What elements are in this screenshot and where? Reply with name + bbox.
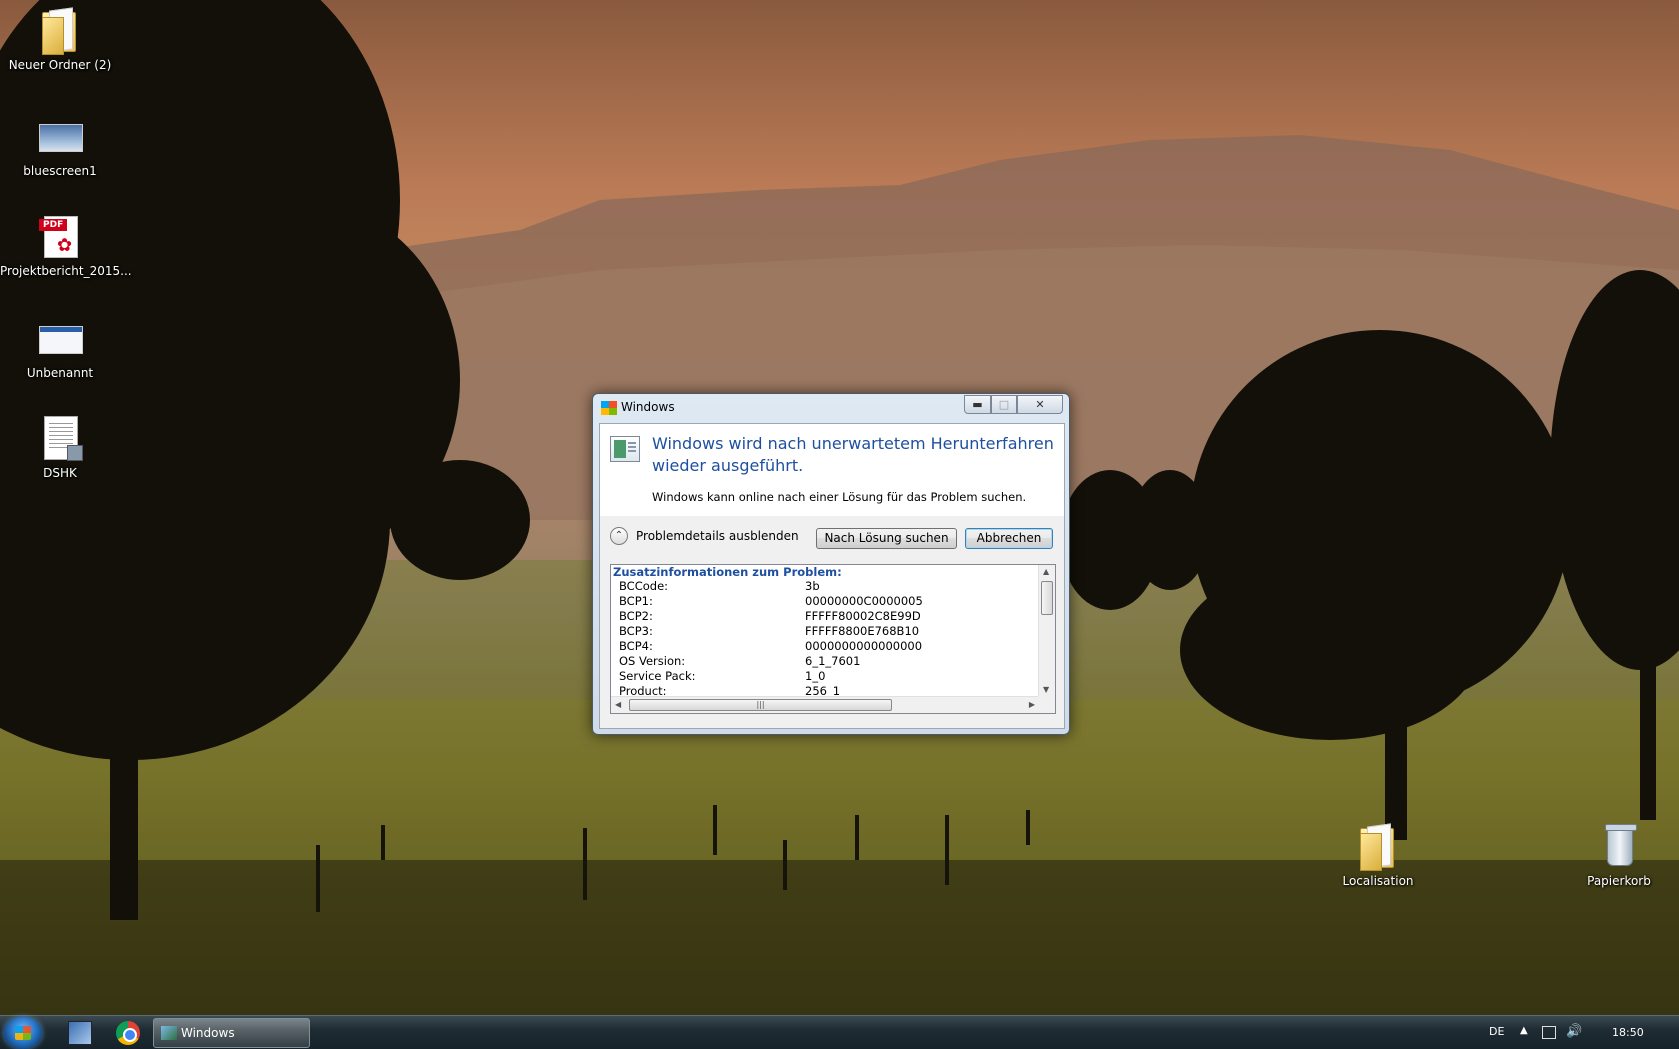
volume-icon[interactable]: 🔊 xyxy=(1566,1024,1582,1039)
folder-icon xyxy=(1360,828,1394,871)
maximize-button[interactable]: □ xyxy=(991,395,1017,414)
taskbar-item-label: Windows xyxy=(181,1026,235,1040)
maximize-icon: □ xyxy=(998,398,1010,411)
scroll-down-icon[interactable]: ▼ xyxy=(1043,685,1049,694)
desktop-icon-label: DSHK xyxy=(43,466,77,480)
folder-icon xyxy=(42,12,76,55)
desktop-icon-papierkorb[interactable]: Papierkorb xyxy=(1559,822,1679,888)
scroll-up-icon[interactable]: ▲ xyxy=(1043,567,1049,576)
scrollbar-corner xyxy=(1038,696,1055,713)
close-icon: ✕ xyxy=(1035,398,1045,411)
image-file-icon xyxy=(39,326,83,354)
pdf-badge: PDF xyxy=(39,219,68,231)
windows-flag-icon xyxy=(161,1026,177,1040)
start-button[interactable] xyxy=(4,1017,42,1049)
close-button[interactable]: ✕ xyxy=(1017,395,1063,414)
dialog-title: Windows xyxy=(621,400,675,414)
language-indicator[interactable]: DE xyxy=(1489,1025,1504,1038)
windows-flag-icon xyxy=(601,401,617,415)
explorer-icon[interactable] xyxy=(68,1021,92,1045)
details-textbox[interactable]: Zusatzinformationen zum Problem: BCCode:… xyxy=(610,564,1056,714)
minimize-button[interactable]: ▬ xyxy=(964,395,991,414)
taskbar: Windows DE ▲ 🔊 18:50 xyxy=(0,1015,1679,1049)
minimize-icon: ▬ xyxy=(972,398,983,411)
desktop-icon-label: bluescreen1 xyxy=(23,164,97,178)
details-heading: Zusatzinformationen zum Problem: xyxy=(613,565,842,579)
document-file-icon xyxy=(44,416,83,461)
instruction-area: Windows wird nach unerwartetem Herunterf… xyxy=(600,424,1064,516)
desktop-icon-unbenannt[interactable]: Unbenannt xyxy=(0,314,120,380)
system-window-icon xyxy=(610,436,640,462)
desktop-icon-localisation[interactable]: Localisation xyxy=(1318,822,1438,888)
desktop-icon-label: Unbenannt xyxy=(26,366,94,380)
horizontal-scroll-thumb[interactable]: ||| xyxy=(629,699,892,711)
main-instruction: Windows wird nach unerwartetem Herunterf… xyxy=(652,434,1054,475)
scroll-left-icon[interactable]: ◀ xyxy=(615,700,621,709)
desktop-icon-neuer-ordner[interactable]: Neuer Ordner (2) xyxy=(0,6,120,72)
desktop-icon-dshk[interactable]: DSHK xyxy=(0,414,120,480)
chrome-icon[interactable] xyxy=(116,1021,140,1045)
network-icon[interactable] xyxy=(1542,1026,1556,1039)
vertical-scrollbar[interactable]: ▲ ▼ xyxy=(1038,565,1055,696)
vertical-scroll-thumb[interactable] xyxy=(1041,581,1053,615)
scroll-right-icon[interactable]: ▶ xyxy=(1029,700,1035,709)
error-dialog: Windows ▬ □ ✕ Windows wird nach unerwart… xyxy=(592,393,1070,735)
desktop-icon-label: Papierkorb xyxy=(1587,874,1651,888)
search-solution-button[interactable]: Nach Lösung suchen xyxy=(816,528,957,549)
sub-instruction: Windows kann online nach einer Lösung fü… xyxy=(652,490,1027,504)
desktop-icon-label: Neuer Ordner (2) xyxy=(8,58,112,72)
image-file-icon xyxy=(39,124,83,152)
recycle-bin-icon xyxy=(1605,824,1637,866)
pdf-file-icon: PDF ✿ xyxy=(39,216,78,258)
desktop-icon-projektbericht[interactable]: PDF ✿ Projektbericht_2015... xyxy=(0,212,132,278)
desktop-icon-bluescreen1[interactable]: bluescreen1 xyxy=(0,112,120,178)
details-toggle-label: Problemdetails ausblenden xyxy=(636,529,799,543)
taskbar-item-windows[interactable]: Windows xyxy=(153,1018,310,1048)
details-toggle[interactable]: ⌃ Problemdetails ausblenden xyxy=(610,525,799,547)
cancel-button[interactable]: Abbrechen xyxy=(965,528,1053,549)
show-hidden-icons-icon[interactable]: ▲ xyxy=(1520,1025,1528,1036)
horizontal-scrollbar[interactable]: ◀ ||| ▶ xyxy=(611,696,1039,713)
desktop-icon-label: Projektbericht_2015... xyxy=(0,264,132,278)
desktop-icon-label: Localisation xyxy=(1342,874,1414,888)
dialog-titlebar[interactable]: Windows ▬ □ ✕ xyxy=(593,394,1069,422)
clock[interactable]: 18:50 xyxy=(1612,1026,1644,1039)
chevron-up-icon: ⌃ xyxy=(610,527,628,545)
dialog-client: Windows wird nach unerwartetem Herunterf… xyxy=(599,423,1065,729)
